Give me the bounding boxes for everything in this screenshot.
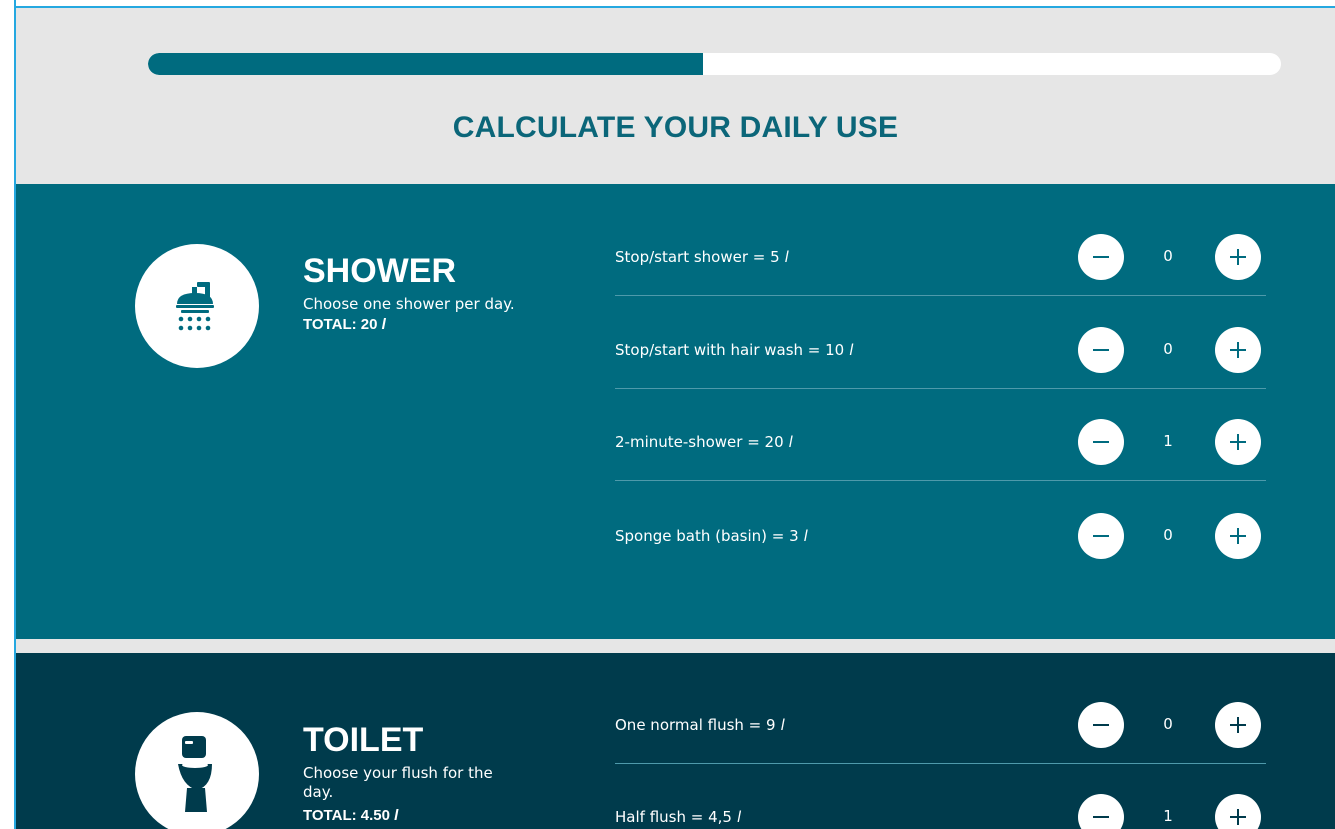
section-gap bbox=[16, 639, 1335, 653]
shower-option-label: Sponge bath (basin) = 3l bbox=[615, 527, 808, 545]
decrement-button[interactable] bbox=[1078, 327, 1124, 373]
decrement-button[interactable] bbox=[1078, 702, 1124, 748]
toilet-title: TOILET bbox=[303, 721, 424, 759]
increment-button[interactable] bbox=[1215, 794, 1261, 829]
shower-section: SHOWER Choose one shower per day. TOTAL:… bbox=[16, 184, 1335, 639]
minus-icon bbox=[1078, 327, 1124, 373]
option-unit: l bbox=[736, 808, 742, 826]
quantity-value: 0 bbox=[1163, 526, 1173, 544]
minus-icon bbox=[1078, 234, 1124, 280]
option-unit: l bbox=[788, 433, 793, 451]
shower-option-label: Stop/start shower = 5l bbox=[615, 248, 789, 266]
minus-icon bbox=[1078, 419, 1124, 465]
quantity-value: 1 bbox=[1163, 432, 1173, 450]
progress-fill bbox=[148, 53, 704, 75]
decrement-button[interactable] bbox=[1078, 419, 1124, 465]
toilet-total-label: TOTAL: 4.50 bbox=[303, 807, 390, 824]
option-label-text: Stop/start with hair wash = 10 bbox=[615, 341, 845, 359]
option-unit: l bbox=[780, 716, 785, 734]
frame-border-left bbox=[14, 0, 16, 829]
row-divider bbox=[615, 480, 1266, 481]
toilet-description: Choose your flush for the day. bbox=[303, 764, 493, 802]
minus-icon bbox=[1078, 794, 1124, 829]
toilet-section: TOILET Choose your flush for the day. TO… bbox=[16, 653, 1335, 829]
plus-icon bbox=[1215, 327, 1261, 373]
shower-option-label: Stop/start with hair wash = 10 l bbox=[615, 341, 853, 359]
minus-icon bbox=[1078, 702, 1124, 748]
shower-icon bbox=[135, 244, 259, 368]
plus-icon bbox=[1215, 702, 1261, 748]
option-unit: l bbox=[849, 341, 854, 359]
option-label-text: Stop/start shower = 5 bbox=[615, 248, 780, 266]
row-divider bbox=[615, 295, 1266, 296]
quantity-value: 0 bbox=[1163, 247, 1173, 265]
toilet-description-line1: Choose your flush for the bbox=[303, 764, 493, 782]
toilet-option-label: One normal flush = 9l bbox=[615, 716, 785, 734]
page-title: CALCULATE YOUR DAILY USE bbox=[452, 111, 899, 144]
option-unit: l bbox=[803, 527, 808, 545]
decrement-button[interactable] bbox=[1078, 513, 1124, 559]
shower-title: SHOWER bbox=[303, 252, 456, 290]
progress-bar bbox=[148, 53, 1281, 75]
decrement-button[interactable] bbox=[1078, 234, 1124, 280]
calculator-content: CALCULATE YOUR DAILY USE SHOWER Choose o… bbox=[16, 8, 1335, 829]
option-label-text: 2-minute-shower = 20 bbox=[615, 433, 784, 451]
app-frame: CALCULATE YOUR DAILY USE SHOWER Choose o… bbox=[0, 0, 1335, 829]
option-label-text: Sponge bath (basin) = 3 bbox=[615, 527, 799, 545]
plus-icon bbox=[1215, 513, 1261, 559]
header: CALCULATE YOUR DAILY USE bbox=[16, 8, 1335, 184]
increment-button[interactable] bbox=[1215, 513, 1261, 559]
minus-icon bbox=[1078, 513, 1124, 559]
shower-total-unit: l bbox=[381, 316, 386, 333]
option-label-text: Half flush = 4,5 bbox=[615, 808, 732, 826]
shower-total-label: TOTAL: 20 bbox=[303, 316, 378, 333]
increment-button[interactable] bbox=[1215, 419, 1261, 465]
increment-button[interactable] bbox=[1215, 327, 1261, 373]
quantity-value: 1 bbox=[1163, 807, 1173, 825]
quantity-value: 0 bbox=[1163, 715, 1173, 733]
toilet-option-label: Half flush = 4,5 l bbox=[615, 808, 741, 826]
toilet-total-unit: l bbox=[394, 807, 399, 824]
decrement-button[interactable] bbox=[1078, 794, 1124, 829]
increment-button[interactable] bbox=[1215, 234, 1261, 280]
toilet-total: TOTAL: 4.50 l bbox=[303, 807, 398, 824]
quantity-value: 0 bbox=[1163, 340, 1173, 358]
plus-icon bbox=[1215, 234, 1261, 280]
toilet-description-line2: day. bbox=[303, 783, 334, 801]
plus-icon bbox=[1215, 419, 1261, 465]
option-unit: l bbox=[784, 248, 789, 266]
shower-option-label: 2-minute-shower = 20 l bbox=[615, 433, 793, 451]
option-label-text: One normal flush = 9 bbox=[615, 716, 776, 734]
shower-description: Choose one shower per day. bbox=[303, 295, 515, 313]
row-divider bbox=[615, 763, 1266, 764]
row-divider bbox=[615, 388, 1266, 389]
increment-button[interactable] bbox=[1215, 702, 1261, 748]
toilet-icon bbox=[135, 712, 259, 829]
frame-border-top bbox=[14, 6, 1335, 8]
shower-total: TOTAL: 20 l bbox=[303, 316, 386, 333]
plus-icon bbox=[1215, 794, 1261, 829]
